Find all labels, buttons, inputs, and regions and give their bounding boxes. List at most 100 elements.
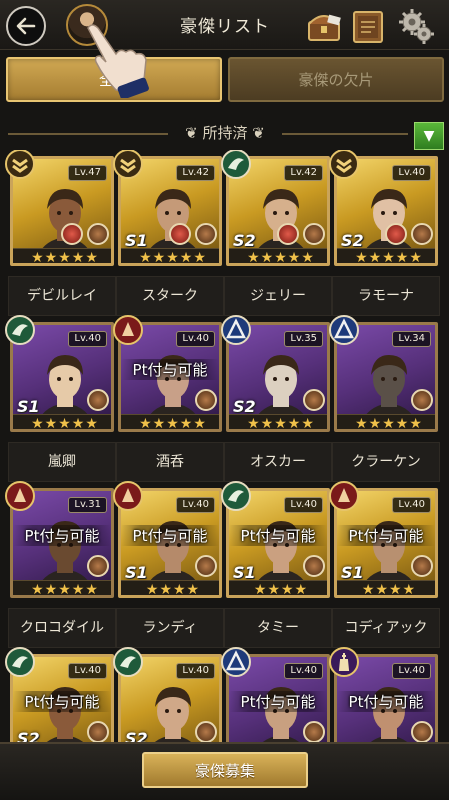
hero-level: Lv.42 bbox=[284, 165, 323, 181]
hero-stars: ★★★★★ bbox=[13, 580, 111, 595]
pt-available-label: Pt付与可能 bbox=[121, 525, 219, 546]
pt-available-label: Pt付与可能 bbox=[121, 359, 219, 380]
king-rank-icon bbox=[329, 647, 359, 677]
hero-card[interactable]: Lv.47 ★★★★★ デビルレイ bbox=[5, 150, 116, 316]
section-title: 所持済 bbox=[202, 124, 248, 142]
skill-skull-icon bbox=[303, 223, 325, 245]
hero-stars: ★★★★★ bbox=[229, 248, 327, 263]
hero-name: デビルレイ bbox=[8, 276, 116, 316]
hero-stars: ★★★★ bbox=[229, 580, 327, 595]
pt-available-label: Pt付与可能 bbox=[13, 691, 111, 712]
skill-emblem-icon bbox=[385, 223, 407, 245]
hero-card[interactable]: Lv.40 Pt付与可能 S1 ★★★★ コディアック bbox=[329, 481, 440, 648]
skill-skull-icon bbox=[411, 555, 433, 577]
hero-card[interactable]: Lv.35 S2 ★★★★★ オスカー bbox=[221, 315, 332, 482]
hero-stars: ★★★★★ bbox=[121, 414, 219, 429]
chevron-down-icon: ▼ bbox=[423, 128, 435, 144]
red-rank-icon bbox=[5, 481, 35, 511]
hero-level: Lv.40 bbox=[176, 497, 215, 513]
skill-skull-icon bbox=[195, 389, 217, 411]
red-rank-icon bbox=[113, 315, 143, 345]
hero-stars: ★★★★★ bbox=[337, 248, 435, 263]
skill-skull-icon bbox=[411, 721, 433, 742]
chevron-rank-icon bbox=[113, 150, 143, 179]
section-label: ❦ 所持済 ❦ bbox=[168, 122, 282, 143]
skill-emblem-icon bbox=[61, 223, 83, 245]
hero-card[interactable]: Lv.40 S2 bbox=[113, 647, 222, 742]
hero-card[interactable]: Lv.42 S2 ★★★★★ ジェリー bbox=[221, 150, 332, 316]
chevron-rank-icon bbox=[329, 150, 359, 179]
skill-skull-icon bbox=[87, 555, 109, 577]
green-rank-icon bbox=[221, 150, 251, 179]
treasure-chest-icon[interactable] bbox=[304, 6, 344, 46]
hero-level: Lv.35 bbox=[284, 331, 323, 347]
skill-skull-icon bbox=[303, 721, 325, 742]
green-rank-icon bbox=[113, 647, 143, 677]
hero-name: クラーケン bbox=[332, 442, 440, 482]
divider bbox=[8, 133, 168, 135]
skill-skull-icon bbox=[411, 223, 433, 245]
skill-skull-icon bbox=[195, 555, 217, 577]
tab-hero-fragments[interactable]: 豪傑の欠片 bbox=[228, 57, 444, 102]
back-button[interactable] bbox=[6, 6, 46, 46]
hero-level: Lv.40 bbox=[392, 165, 431, 181]
hero-card[interactable]: Lv.40 S1 ★★★★★ 嵐卿 bbox=[5, 315, 116, 482]
hero-stars: ★★★★★ bbox=[13, 414, 111, 429]
hero-name: ジェリー bbox=[224, 276, 332, 316]
green-rank-icon bbox=[221, 481, 251, 511]
hero-card[interactable]: Lv.40 Pt付与可能 bbox=[329, 647, 438, 742]
hero-level: Lv.31 bbox=[68, 497, 107, 513]
hero-card[interactable]: Lv.42 S1 ★★★★★ スターク bbox=[113, 150, 224, 316]
ornament-right-icon: ❦ bbox=[247, 124, 265, 142]
skill-skull-icon bbox=[303, 389, 325, 411]
hero-stars: ★★★★★ bbox=[13, 248, 111, 263]
hero-card[interactable]: Lv.40 S2 ★★★★★ ラモーナ bbox=[329, 150, 440, 316]
hero-level: Lv.40 bbox=[284, 663, 323, 679]
blue-rank-icon bbox=[221, 647, 251, 677]
hero-level: Lv.40 bbox=[284, 497, 323, 513]
hero-card[interactable]: Lv.31 Pt付与可能 ★★★★★ クロコダイル bbox=[5, 481, 116, 648]
hero-name: 嵐卿 bbox=[8, 442, 116, 482]
hero-level: Lv.40 bbox=[68, 331, 107, 347]
red-rank-icon bbox=[113, 481, 143, 511]
recruit-hero-button[interactable]: 豪傑募集 bbox=[142, 752, 308, 788]
hero-name: オスカー bbox=[224, 442, 332, 482]
skill-skull-icon bbox=[411, 389, 433, 411]
pt-available-label: Pt付与可能 bbox=[229, 691, 327, 712]
blue-rank-icon bbox=[329, 315, 359, 345]
pt-available-label: Pt付与可能 bbox=[229, 525, 327, 546]
skill-skull-icon bbox=[87, 721, 109, 742]
hero-card[interactable]: Lv.40 Pt付与可能 ★★★★★ 酒呑 bbox=[113, 315, 224, 482]
hero-name: 酒呑 bbox=[116, 442, 224, 482]
hero-stars: ★★★★ bbox=[337, 580, 435, 595]
green-rank-icon bbox=[5, 647, 35, 677]
chevron-rank-icon bbox=[5, 150, 35, 179]
red-rank-icon bbox=[329, 481, 359, 511]
hero-card[interactable]: Lv.40 Pt付与可能 S1 ★★★★ タミー bbox=[221, 481, 332, 648]
hero-level: Lv.40 bbox=[68, 663, 107, 679]
hero-stars: ★★★★ bbox=[121, 580, 219, 595]
tutorial-hand-pointer bbox=[87, 24, 149, 98]
hero-card[interactable]: Lv.40 Pt付与可能 S1 ★★★★ ランディ bbox=[113, 481, 224, 648]
skill-skull-icon bbox=[195, 223, 217, 245]
skill-emblem-icon bbox=[277, 223, 299, 245]
book-icon[interactable] bbox=[348, 6, 388, 46]
hero-level: Lv.40 bbox=[392, 497, 431, 513]
divider bbox=[282, 133, 408, 135]
skill-skull-icon bbox=[87, 223, 109, 245]
filter-dropdown-button[interactable]: ▼ bbox=[414, 122, 444, 150]
hero-card[interactable]: Lv.40 Pt付与可能 bbox=[221, 647, 330, 742]
hero-name: スターク bbox=[116, 276, 224, 316]
pt-available-label: Pt付与可能 bbox=[337, 525, 435, 546]
hero-card[interactable]: Lv.34 ★★★★★ クラーケン bbox=[329, 315, 440, 482]
skill-skull-icon bbox=[195, 721, 217, 742]
hero-tier: S2 bbox=[125, 729, 148, 742]
hero-card[interactable]: Lv.40 Pt付与可能 S2 bbox=[5, 647, 114, 742]
section-owned-header: ❦ 所持済 ❦ bbox=[0, 118, 449, 148]
gear-icon[interactable] bbox=[396, 6, 436, 46]
hero-stars: ★★★★★ bbox=[229, 414, 327, 429]
pt-available-label: Pt付与可能 bbox=[337, 691, 435, 712]
hero-stars: ★★★★★ bbox=[337, 414, 435, 429]
hero-name: クロコダイル bbox=[8, 608, 116, 648]
hero-stars: ★★★★★ bbox=[121, 248, 219, 263]
